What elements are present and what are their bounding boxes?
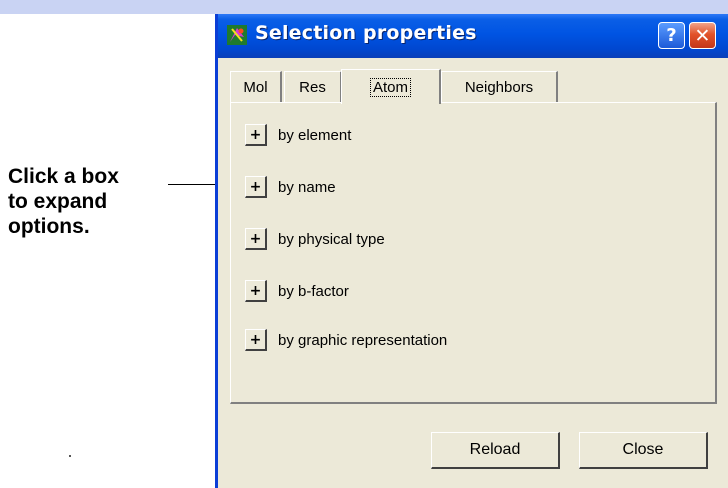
option-row-by-physical-type: + by physical type: [245, 228, 385, 250]
tab-atom[interactable]: Atom: [341, 69, 441, 104]
tab-mol[interactable]: Mol: [230, 71, 282, 102]
option-row-by-name: + by name: [245, 176, 336, 198]
plus-icon: +: [249, 178, 262, 195]
window-title: Selection properties: [255, 22, 477, 44]
tab-label: Neighbors: [464, 78, 534, 96]
annotation-line: Click a box: [8, 165, 119, 188]
tab-label: Atom: [369, 77, 411, 97]
option-label: by physical type: [278, 230, 385, 248]
option-row-by-b-factor: + by b-factor: [245, 280, 349, 302]
plus-icon: +: [249, 331, 262, 348]
option-label: by graphic representation: [278, 331, 448, 349]
close-button[interactable]: Close: [579, 432, 708, 469]
atom-tab-panel: + by element + by name + by physical typ…: [230, 102, 717, 404]
help-icon: ?: [666, 25, 677, 46]
option-label: by element: [278, 126, 352, 144]
option-label: by b-factor: [278, 282, 349, 300]
plus-icon: +: [249, 230, 262, 247]
tab-neighbors[interactable]: Neighbors: [441, 71, 558, 102]
close-button-label: Close: [622, 441, 664, 458]
reload-button[interactable]: Reload: [431, 432, 560, 469]
option-label: by name: [278, 178, 336, 196]
annotation-line: to expand: [8, 190, 108, 213]
expand-button[interactable]: +: [245, 329, 267, 351]
expand-button[interactable]: +: [245, 280, 267, 302]
app-icon: [227, 25, 247, 45]
annotation-line: options.: [8, 215, 90, 238]
title-bar[interactable]: Selection properties ? ✕: [218, 14, 728, 58]
expand-button[interactable]: +: [245, 124, 267, 146]
plus-icon: +: [249, 282, 262, 299]
expand-button[interactable]: +: [245, 176, 267, 198]
expand-button[interactable]: +: [245, 228, 267, 250]
tab-res[interactable]: Res: [284, 71, 342, 102]
tab-label: Mol: [243, 78, 268, 96]
close-icon: ✕: [694, 24, 711, 47]
tab-label: Res: [299, 78, 326, 96]
plus-icon: +: [249, 126, 262, 143]
close-window-button[interactable]: ✕: [689, 22, 716, 49]
top-band: [0, 0, 728, 14]
annotation-text: Click a box to expand options.: [8, 164, 119, 239]
reload-button-label: Reload: [469, 441, 521, 458]
help-button[interactable]: ?: [658, 22, 685, 49]
option-row-by-element: + by element: [245, 124, 351, 146]
option-row-by-graphic-representation: + by graphic representation: [245, 329, 447, 351]
selection-properties-dialog: Selection properties ? ✕ Mol Res Atom Ne…: [215, 14, 728, 488]
stray-dot: [69, 455, 71, 457]
